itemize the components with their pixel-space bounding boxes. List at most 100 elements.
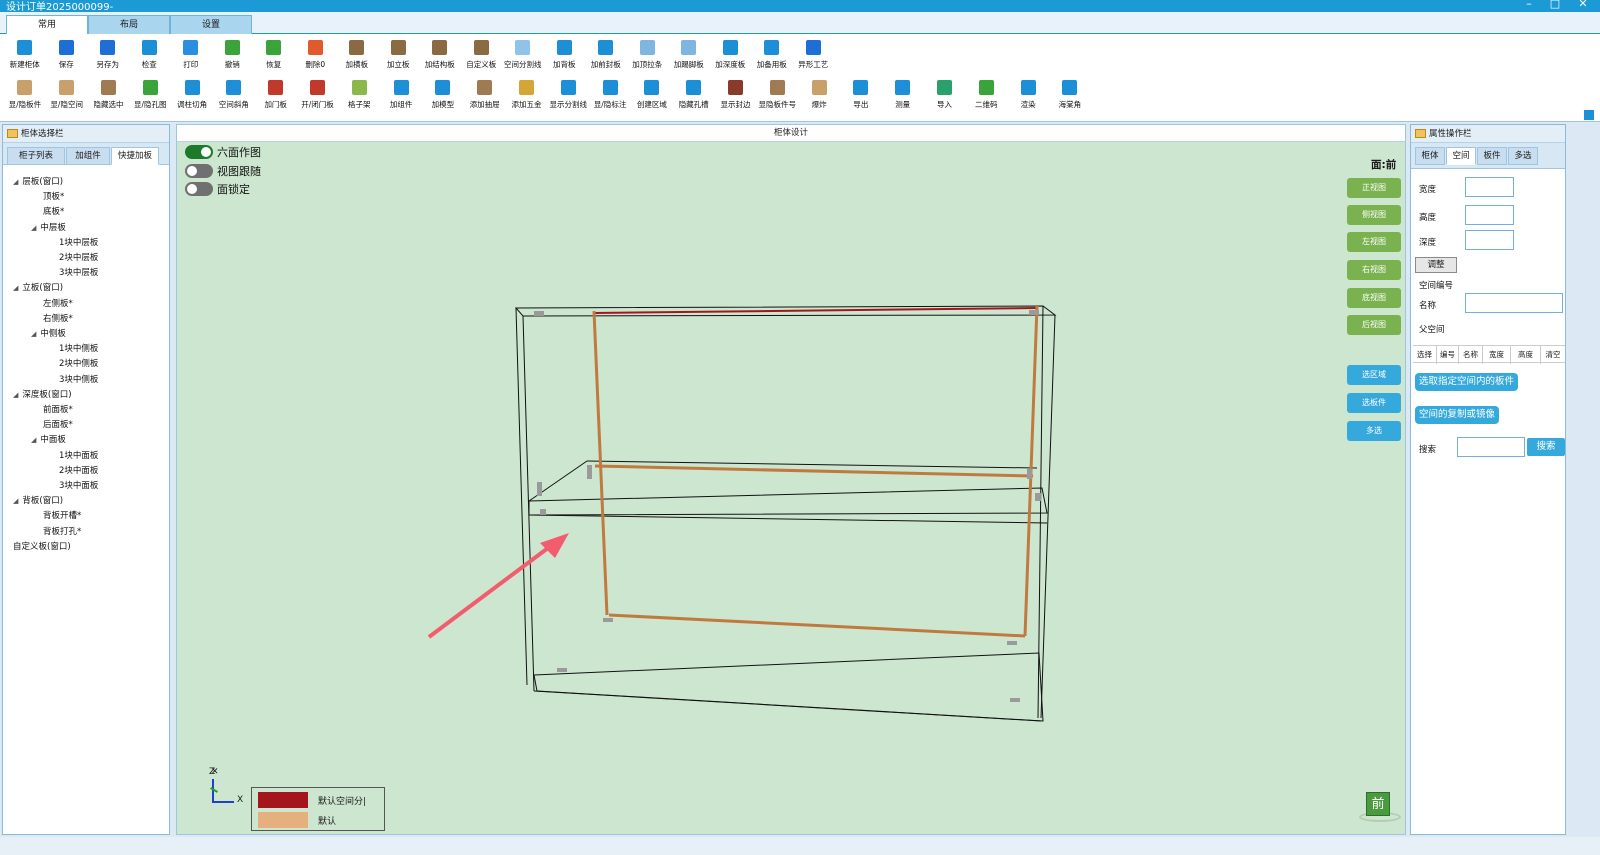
width-input[interactable] [1465, 177, 1514, 197]
space-divider-button[interactable]: 空间分割线 [502, 36, 544, 76]
hide-selected-button[interactable]: 隐藏选中 [88, 76, 130, 116]
expand-arrow-icon[interactable]: ◢ [31, 224, 36, 232]
show-divider-button[interactable]: 显示分割线 [547, 76, 589, 116]
add-structure-board-button[interactable]: 加结构板 [419, 36, 461, 76]
col-select[interactable]: 选择 [1413, 346, 1437, 364]
name-input[interactable] [1465, 293, 1563, 313]
tree-node[interactable]: ◢ 深度板(窗口) [13, 388, 72, 400]
add-vertical-board-button[interactable]: 加立板 [378, 36, 420, 76]
tree-node[interactable]: 1块中面板 [59, 449, 98, 461]
add-top-strip-button[interactable]: 加顶拉条 [627, 36, 669, 76]
minimize-button[interactable]: – [1520, 0, 1538, 10]
tree-node[interactable]: 右侧板* [43, 312, 73, 324]
create-area-button[interactable]: 创建区域 [631, 76, 673, 116]
copy-mirror-space-button[interactable]: 空间的复制或镜像 [1415, 406, 1500, 424]
board-number-button[interactable]: 显隐板件号 [756, 76, 798, 116]
add-kickboard-button[interactable]: 加踢脚板 [668, 36, 710, 76]
col-width[interactable]: 宽度 [1483, 346, 1511, 364]
tab-quick-add-board[interactable]: 快捷加板 [111, 147, 159, 165]
special-shape-button[interactable]: 异形工艺 [793, 36, 835, 76]
search-input[interactable] [1457, 437, 1525, 457]
tree-node[interactable]: 2块中侧板 [59, 357, 98, 369]
grid-rack-button[interactable]: 格子架 [338, 76, 380, 116]
tab-common[interactable]: 常用 [6, 15, 88, 35]
tree-node[interactable]: 3块中层板 [59, 266, 98, 278]
tree-node[interactable]: ◢ 中侧板 [31, 327, 66, 339]
add-front-seal-button[interactable]: 加前封板 [585, 36, 627, 76]
space-bevel-button[interactable]: 空间斜角 [213, 76, 255, 116]
tab-board[interactable]: 板件 [1477, 147, 1507, 165]
cabinet-3d-model[interactable] [177, 143, 1405, 833]
custom-board-button[interactable]: 自定义板 [461, 36, 503, 76]
col-name[interactable]: 名称 [1459, 346, 1483, 364]
view-cube[interactable]: 前 [1357, 790, 1403, 824]
tab-settings[interactable]: 设置 [170, 15, 252, 34]
expand-arrow-icon[interactable]: ◢ [13, 284, 18, 292]
add-component-button[interactable]: 加组件 [380, 76, 422, 116]
tab-space[interactable]: 空间 [1446, 147, 1476, 165]
delete-button[interactable]: 删除0 [295, 36, 337, 76]
open-close-door-button[interactable]: 开/闭门板 [297, 76, 339, 116]
tree-node[interactable]: 背板开槽* [43, 509, 81, 521]
maximize-button[interactable]: □ [1546, 0, 1564, 10]
expand-arrow-icon[interactable]: ◢ [13, 178, 18, 186]
tab-layout[interactable]: 布局 [88, 15, 170, 34]
tree-node[interactable]: 2块中层板 [59, 251, 98, 263]
tree-node[interactable]: 左侧板* [43, 297, 73, 309]
toggle-hole-button[interactable]: 显/隐孔图 [129, 76, 171, 116]
tree-node[interactable]: ◢ 中面板 [31, 433, 66, 445]
tree-node[interactable]: 3块中侧板 [59, 373, 98, 385]
expand-arrow-icon[interactable]: ◢ [13, 497, 18, 505]
tree-node[interactable]: ◢ 层板(窗口) [13, 175, 63, 187]
add-depth-board-button[interactable]: 加深度板 [710, 36, 752, 76]
close-button[interactable]: ✕ [1574, 0, 1592, 10]
save-as-button[interactable]: 另存为 [87, 36, 129, 76]
explode-button[interactable]: 爆炸 [798, 76, 840, 116]
add-back-board-button[interactable]: 加背板 [544, 36, 586, 76]
tree-node[interactable]: ◢ 立板(窗口) [13, 281, 63, 293]
render-button[interactable]: 渲染 [1007, 76, 1049, 116]
tree-node[interactable]: 1块中层板 [59, 236, 98, 248]
expand-arrow-icon[interactable]: ◢ [31, 330, 36, 338]
add-spare-board-button[interactable]: 加备用板 [751, 36, 793, 76]
tree-node[interactable]: 3块中面板 [59, 479, 98, 491]
import-button[interactable]: 导入 [924, 76, 966, 116]
add-model-button[interactable]: 加模型 [422, 76, 464, 116]
toggle-dimension-button[interactable]: 显/隐标注 [589, 76, 631, 116]
tab-multi-select[interactable]: 多选 [1508, 147, 1538, 165]
add-horizontal-board-button[interactable]: 加横板 [336, 36, 378, 76]
tree-node[interactable]: 2块中面板 [59, 464, 98, 476]
undo-button[interactable]: 撤销 [212, 36, 254, 76]
search-button[interactable]: 搜索 [1527, 438, 1565, 456]
tab-cabinet-list[interactable]: 柜子列表 [7, 147, 65, 165]
expand-arrow-icon[interactable]: ◢ [13, 391, 18, 399]
view-cube-front[interactable]: 前 [1366, 792, 1390, 816]
redo-button[interactable]: 恢复 [253, 36, 295, 76]
tree-node[interactable]: ◢ 背板(窗口) [13, 494, 63, 506]
tree-node[interactable]: 后面板* [43, 418, 73, 430]
tree-node[interactable]: 背板打孔* [43, 525, 81, 537]
tree-node[interactable]: 1块中侧板 [59, 342, 98, 354]
begonia-corner-button[interactable]: 海棠角 [1049, 76, 1091, 116]
show-edge-button[interactable]: 显示封边 [715, 76, 757, 116]
tab-add-component[interactable]: 加组件 [66, 147, 110, 165]
new-cabinet-button[interactable]: 新建柜体 [4, 36, 46, 76]
design-viewport[interactable]: 柜体设计 六面作图 视图跟随 面锁定 面:前 正视图 侧视图 左视图 右视图 底… [176, 124, 1406, 835]
col-number[interactable]: 编号 [1437, 346, 1459, 364]
add-drawer-button[interactable]: 添加抽屉 [464, 76, 506, 116]
col-height[interactable]: 高度 [1511, 346, 1541, 364]
ribbon-options-icon[interactable] [1584, 110, 1594, 120]
tree-node[interactable]: ◢ 中层板 [31, 221, 66, 233]
select-space-boards-button[interactable]: 选取指定空间内的板件 [1415, 373, 1519, 391]
measure-button[interactable]: 测量 [882, 76, 924, 116]
depth-input[interactable] [1465, 230, 1514, 250]
expand-arrow-icon[interactable]: ◢ [31, 436, 36, 444]
add-hardware-button[interactable]: 添加五金 [506, 76, 548, 116]
tab-cabinet[interactable]: 柜体 [1415, 147, 1445, 165]
save-button[interactable]: 保存 [46, 36, 88, 76]
col-clear[interactable]: 清空 [1541, 346, 1565, 364]
tree-node[interactable]: 顶板* [43, 190, 64, 202]
hide-slot-button[interactable]: 隐藏孔槽 [673, 76, 715, 116]
toggle-board-button[interactable]: 显/隐板件 [4, 76, 46, 116]
print-button[interactable]: 打印 [170, 36, 212, 76]
